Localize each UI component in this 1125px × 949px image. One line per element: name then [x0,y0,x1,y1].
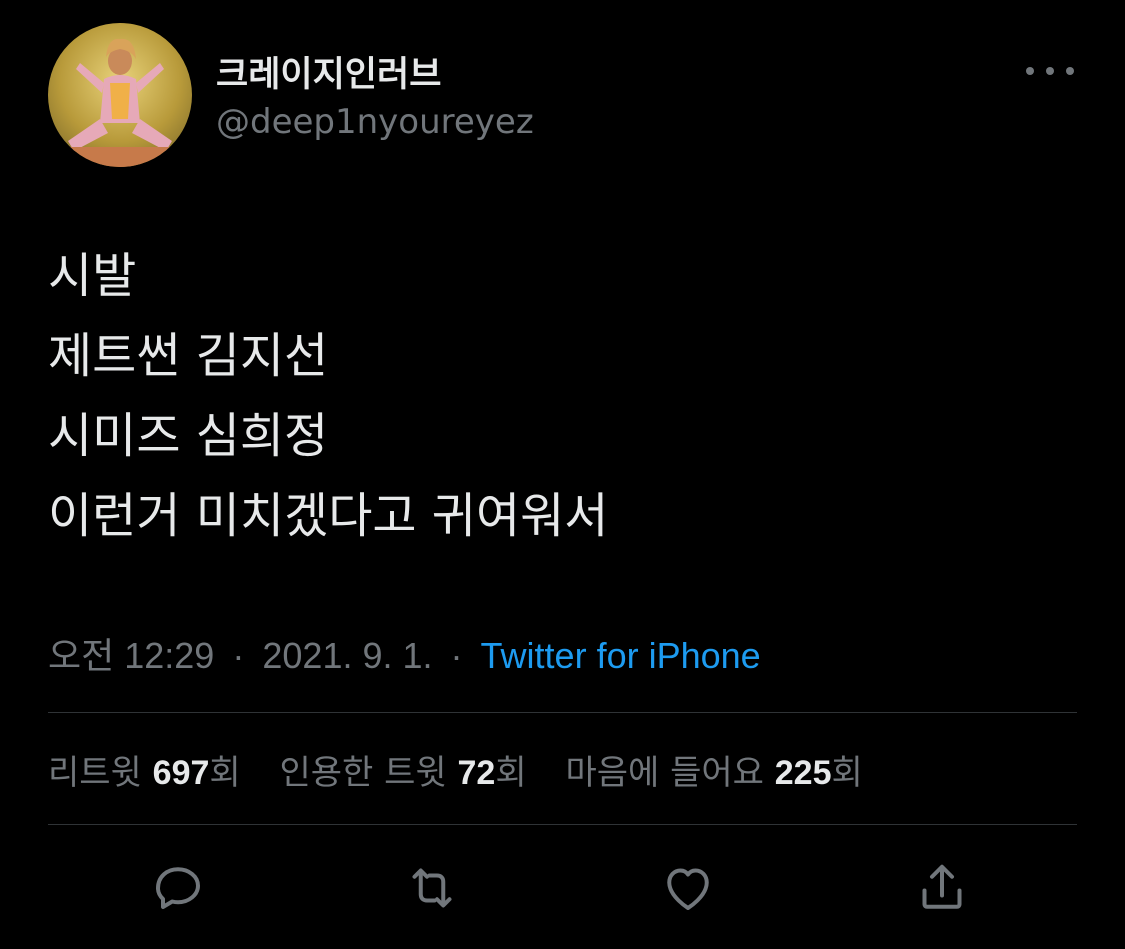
reply-icon [156,867,200,909]
tweet-line: 시미즈 심희정 [48,408,329,464]
stat-suffix: 회 [495,753,527,793]
retweet-icon [412,868,452,908]
stat-suffix: 회 [209,753,241,793]
reply-button[interactable] [146,856,210,920]
tweet-meta: 오전 12:29 · 2021. 9. 1. · Twitter for iPh… [48,627,761,679]
display-name[interactable]: 크레이지인러브 [216,46,441,97]
divider [48,712,1077,713]
share-button[interactable] [910,856,974,920]
avatar[interactable] [48,23,192,167]
retweet-button[interactable] [400,856,464,920]
tweet-line: 이런거 미치겠다고 귀여워서 [48,488,609,544]
retweets-stat[interactable]: 리트윗 697회 [48,745,241,794]
likes-stat[interactable]: 마음에 들어요 225회 [565,745,862,794]
more-dot [1066,67,1074,75]
user-handle[interactable]: @deep1nyoureyez [216,102,534,142]
quotes-stat[interactable]: 인용한 트윗 72회 [279,745,526,794]
stat-count: 225 [774,754,832,792]
more-dot [1046,67,1054,75]
tweet-line: 시발 [48,248,137,304]
tweet-source-link[interactable]: Twitter for iPhone [481,635,761,676]
more-dot [1026,67,1034,75]
meta-separator: · [232,635,245,676]
like-button[interactable] [656,856,720,920]
stat-label: 마음에 들어요 [565,753,764,793]
share-icon [922,864,962,909]
stat-count: 697 [152,754,210,792]
action-bar [0,856,1125,920]
meta-separator: · [450,635,463,676]
tweet-time[interactable]: 오전 12:29 [48,635,214,676]
divider [48,824,1077,825]
more-options-icon[interactable] [1026,60,1074,82]
tweet-date[interactable]: 2021. 9. 1. [262,635,432,676]
stat-suffix: 회 [831,753,863,793]
stat-label: 리트윗 [48,753,142,793]
stat-count: 72 [457,754,496,792]
tweet-stats: 리트윗 697회 인용한 트윗 72회 마음에 들어요 225회 [48,745,891,794]
stat-label: 인용한 트윗 [279,753,447,793]
tweet-text: 시발 제트썬 김지선 시미즈 심희정 이런거 미치겠다고 귀여워서 [48,236,1078,556]
tweet-line: 제트썬 김지선 [48,328,329,384]
heart-icon [667,868,709,910]
